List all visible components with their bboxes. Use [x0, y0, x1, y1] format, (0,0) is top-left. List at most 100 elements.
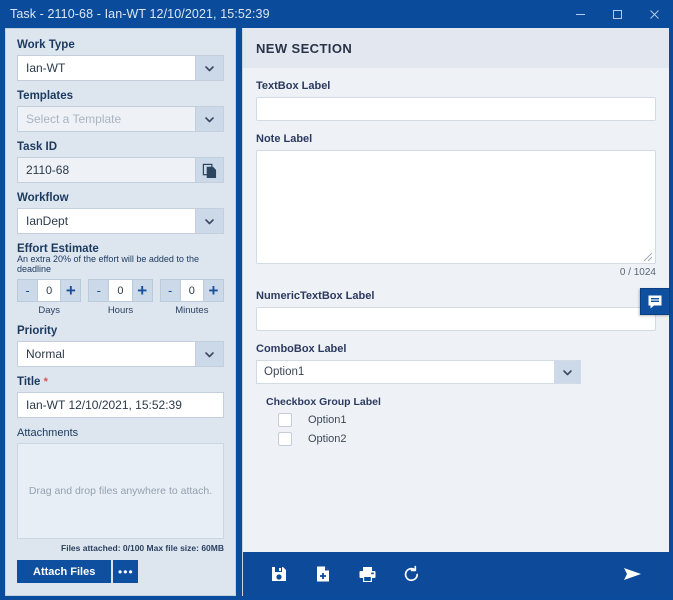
minutes-increment-button[interactable]: + [202, 279, 224, 302]
note-character-counter: 0 / 1024 [619, 267, 656, 278]
chevron-down-icon [205, 65, 214, 71]
checkbox-group: Checkbox Group Label Option1 Option2 [256, 396, 656, 446]
effort-estimate-field: Effort Estimate An extra 20% of the effo… [17, 243, 224, 316]
attachments-label: Attachments [17, 427, 79, 439]
priority-field: Priority Normal [17, 325, 224, 367]
copy-icon [202, 163, 217, 178]
effort-steppers: - 0 + Days - 0 + Hours - 0 + Minutes [17, 279, 224, 316]
title-input-row: Ian-WT 12/10/2021, 15:52:39 [17, 392, 224, 418]
combobox-value[interactable]: Option1 [256, 360, 555, 384]
textbox-input[interactable] [256, 97, 656, 121]
work-type-label: Work Type [17, 39, 75, 51]
days-increment-button[interactable]: + [60, 279, 82, 302]
chevron-down-icon [205, 116, 214, 122]
priority-dropdown[interactable]: Normal [17, 341, 224, 367]
resize-grip-icon[interactable] [643, 252, 653, 262]
close-icon [650, 9, 659, 19]
checkbox-option-2-label: Option2 [308, 433, 347, 445]
workflow-label: Workflow [17, 192, 69, 204]
combobox-field: ComboBox Label Option1 [256, 343, 656, 384]
workflow-dropdown[interactable]: IanDept [17, 208, 224, 234]
work-type-dropdown-button[interactable] [196, 55, 224, 81]
minimize-button[interactable] [562, 0, 599, 28]
templates-dropdown[interactable]: Select a Template [17, 106, 224, 132]
reset-button[interactable] [389, 552, 433, 596]
window-title: Task - 2110-68 - Ian-WT 12/10/2021, 15:5… [10, 7, 270, 21]
days-stepper: - 0 + Days [17, 279, 82, 316]
templates-value[interactable]: Select a Template [17, 106, 196, 132]
close-button[interactable] [636, 0, 673, 28]
chevron-down-icon [205, 351, 214, 357]
combobox-dropdown-button[interactable] [555, 360, 581, 384]
section-title: NEW SECTION [256, 41, 353, 56]
comments-tab[interactable] [640, 288, 670, 315]
attachments-meta: Files attached: 0/100 Max file size: 60M… [61, 543, 224, 553]
checkbox-option-2[interactable]: Option2 [278, 432, 656, 446]
minutes-value[interactable]: 0 [180, 279, 203, 302]
task-id-row: 2110-68 [17, 157, 224, 183]
comment-icon [648, 295, 662, 308]
task-id-field: Task ID 2110-68 [17, 141, 224, 183]
textbox-field: TextBox Label [256, 80, 656, 121]
attachments-actions: Attach Files ••• [17, 560, 224, 583]
attach-files-button[interactable]: Attach Files [17, 560, 112, 583]
maximize-icon [613, 9, 622, 19]
checkbox-icon[interactable] [278, 432, 292, 446]
attachments-field: Attachments Drag and drop files anywhere… [17, 427, 224, 583]
new-document-icon [317, 566, 329, 582]
workflow-value[interactable]: IanDept [17, 208, 196, 234]
days-caption: Days [38, 305, 60, 316]
checkbox-option-1-label: Option1 [308, 414, 347, 426]
window-bottom-edge [0, 596, 673, 600]
numeric-input[interactable] [256, 307, 656, 331]
work-type-field: Work Type Ian-WT [17, 39, 224, 81]
days-decrement-button[interactable]: - [17, 279, 38, 302]
priority-value[interactable]: Normal [17, 341, 196, 367]
workflow-dropdown-button[interactable] [196, 208, 224, 234]
checkbox-option-1[interactable]: Option1 [278, 413, 656, 427]
attach-more-button[interactable]: ••• [113, 560, 139, 583]
note-label: Note Label [256, 133, 313, 145]
checkbox-icon[interactable] [278, 413, 292, 427]
save-icon [272, 567, 286, 581]
templates-field: Templates Select a Template [17, 90, 224, 132]
minimize-icon [576, 13, 585, 15]
checkbox-group-label: Checkbox Group Label [266, 396, 381, 408]
copy-task-id-button[interactable] [196, 157, 224, 183]
hours-stepper: - 0 + Hours [88, 279, 153, 316]
form-content: TextBox Label Note Label 0 / 1024 Numeri… [243, 68, 669, 552]
note-textarea[interactable] [256, 150, 656, 264]
days-value[interactable]: 0 [38, 279, 61, 302]
templates-label: Templates [17, 90, 74, 102]
hours-increment-button[interactable]: + [131, 279, 153, 302]
task-id-label: Task ID [17, 141, 58, 153]
work-type-value[interactable]: Ian-WT [17, 55, 196, 81]
hours-value[interactable]: 0 [109, 279, 132, 302]
numeric-field: NumericTextBox Label [256, 290, 656, 331]
maximize-button[interactable] [599, 0, 636, 28]
work-type-dropdown[interactable]: Ian-WT [17, 55, 224, 81]
section-header: NEW SECTION [243, 28, 669, 68]
main-panel: NEW SECTION TextBox Label Note Label 0 /… [242, 28, 669, 596]
title-input[interactable]: Ian-WT 12/10/2021, 15:52:39 [17, 392, 224, 418]
save-button[interactable] [257, 552, 301, 596]
textbox-label: TextBox Label [256, 80, 331, 92]
print-button[interactable] [345, 552, 389, 596]
minutes-decrement-button[interactable]: - [159, 279, 181, 302]
hours-caption: Hours [107, 305, 134, 316]
templates-dropdown-button[interactable] [196, 106, 224, 132]
task-sidebar: Work Type Ian-WT Templates Select a Temp… [5, 28, 236, 596]
priority-label: Priority [17, 325, 58, 337]
task-id-value: 2110-68 [17, 157, 196, 183]
bottom-toolbar [243, 552, 669, 596]
priority-dropdown-button[interactable] [196, 341, 224, 367]
required-marker: * [43, 376, 48, 388]
combobox-control[interactable]: Option1 [256, 360, 581, 384]
new-document-button[interactable] [301, 552, 345, 596]
send-icon [624, 568, 641, 580]
hours-decrement-button[interactable]: - [88, 279, 110, 302]
refresh-icon [404, 565, 418, 581]
submit-button[interactable] [611, 552, 655, 596]
chevron-down-icon [563, 369, 572, 375]
attachments-dropzone[interactable]: Drag and drop files anywhere to attach. [17, 443, 224, 539]
